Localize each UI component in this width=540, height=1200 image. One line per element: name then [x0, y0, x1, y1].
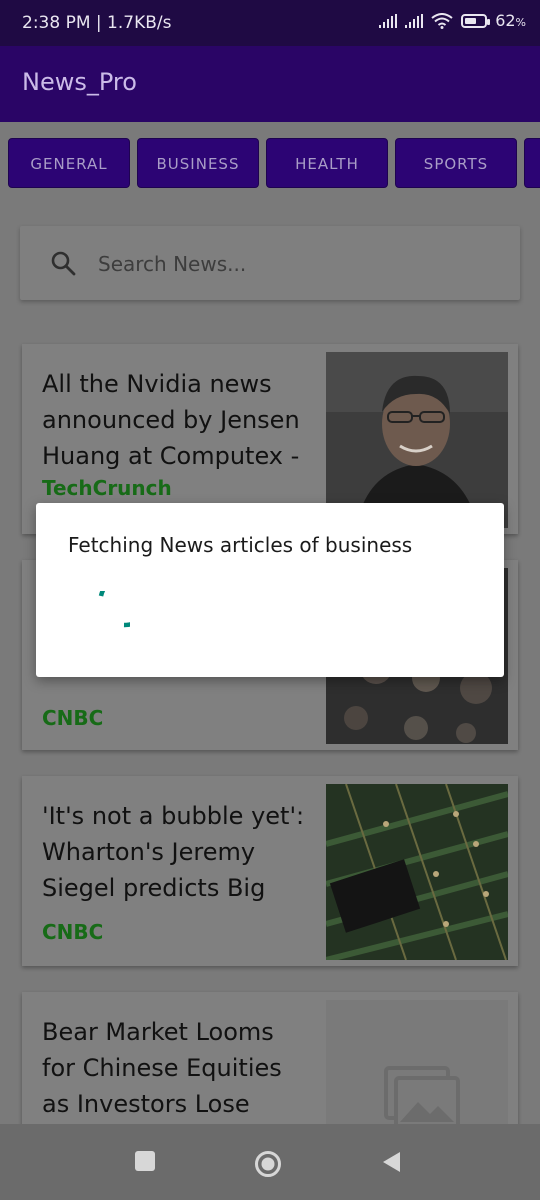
battery-icon — [461, 13, 491, 28]
article-headline: 'It's not a bubble yet': Wharton's Jerem… — [42, 802, 305, 902]
search-input[interactable] — [96, 248, 500, 280]
category-next-button[interactable] — [524, 138, 540, 188]
loading-spinner-icon — [98, 591, 130, 628]
status-time-speed: 2:38 PM | 1.7KB/s — [22, 13, 172, 33]
back-triangle-icon — [383, 1152, 400, 1172]
signal-icon — [379, 13, 398, 28]
status-icons: 62% — [379, 11, 526, 30]
search-box[interactable] — [20, 226, 520, 300]
signal-icon-2 — [405, 13, 424, 28]
article-card[interactable]: 'It's not a bubble yet': Wharton's Jerem… — [22, 776, 518, 966]
article-source: CNBC — [42, 920, 104, 944]
article-source: CNBC — [42, 706, 104, 730]
article-source: TechCrunch — [42, 476, 172, 500]
article-thumbnail — [326, 352, 508, 528]
article-headline: Bear Market Looms for Chinese Equities a… — [42, 1018, 282, 1118]
category-sports-button[interactable]: SPORTS — [395, 138, 517, 188]
battery-level: 62% — [495, 11, 526, 30]
home-button[interactable] — [254, 1150, 281, 1177]
wifi-icon — [431, 12, 453, 29]
article-headline: All the Nvidia news announced by Jensen … — [42, 370, 300, 470]
square-icon — [135, 1151, 155, 1171]
home-circle-icon — [255, 1151, 281, 1177]
recents-button[interactable] — [134, 1150, 160, 1176]
loading-dialog: Fetching News articles of business — [36, 503, 504, 677]
system-nav-bar — [0, 1124, 540, 1200]
loading-message: Fetching News articles of business — [68, 533, 413, 557]
category-business-button[interactable]: BUSINESS — [137, 138, 259, 188]
category-health-button[interactable]: HEALTH — [266, 138, 388, 188]
app-bar: News_Pro — [0, 46, 540, 122]
category-general-button[interactable]: GENERAL — [8, 138, 130, 188]
back-button[interactable] — [380, 1150, 406, 1176]
search-icon — [51, 251, 76, 276]
article-thumbnail — [326, 784, 508, 960]
app-title: News_Pro — [22, 68, 137, 96]
status-bar: 2:38 PM | 1.7KB/s 62% — [0, 0, 540, 46]
category-bar[interactable]: GENERAL BUSINESS HEALTH SPORTS — [8, 138, 540, 188]
